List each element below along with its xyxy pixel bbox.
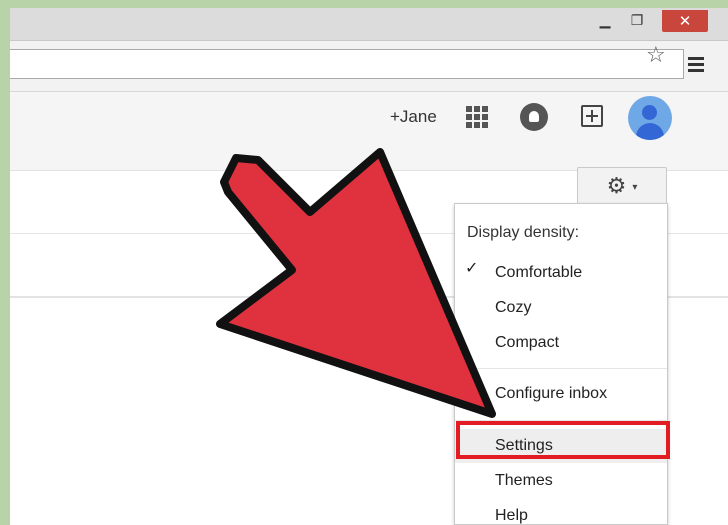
pointer-arrow-icon [216, 148, 496, 418]
arrow-shape [216, 148, 496, 418]
